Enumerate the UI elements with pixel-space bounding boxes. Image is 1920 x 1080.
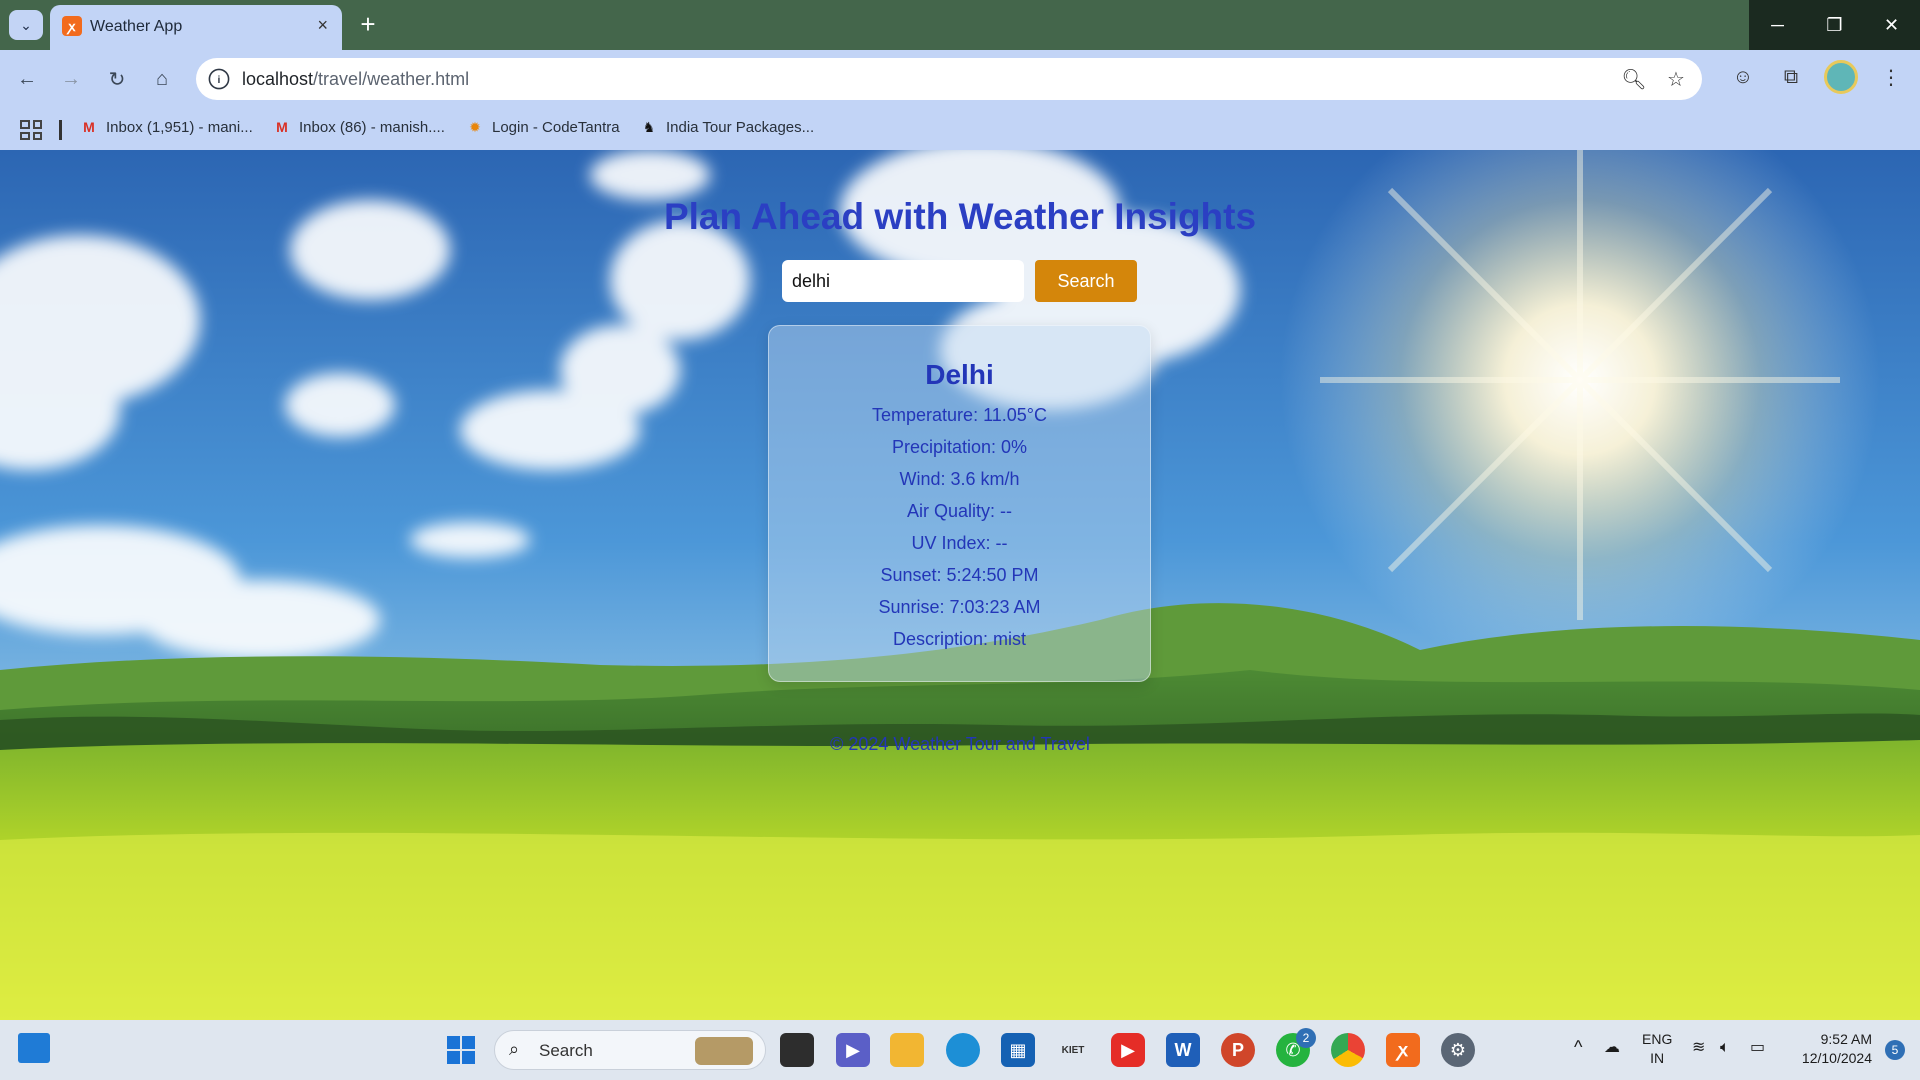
youtube-icon[interactable]: ▶	[1111, 1033, 1145, 1067]
active-tab[interactable]: ꭗ Weather App ×	[50, 5, 342, 50]
whatsapp-badge: 2	[1296, 1028, 1316, 1048]
sunset-text: Sunset: 5:24:50 PM	[880, 565, 1039, 585]
tab-title: Weather App	[90, 18, 183, 35]
minimize-button[interactable]: ─	[1749, 0, 1806, 50]
taskbar-search-label: Search	[539, 1041, 593, 1060]
tab-search-menu-button[interactable]: ⌄	[9, 10, 43, 40]
taskbar-search-box[interactable]: ⌕ Search	[494, 1030, 766, 1070]
search-button[interactable]: Search	[1035, 260, 1137, 302]
air-quality-text: Air Quality: --	[906, 501, 1012, 521]
bookmark-separator	[59, 120, 62, 140]
city-search-input[interactable]	[782, 260, 1024, 302]
temperature-text: Temperature: 11.05°C	[872, 405, 1047, 425]
windows-taskbar: ⌕ Search ▶ ▦ KIET ▶ W P ✆ 2 ꭗ ⚙ ^ ☁ ENG …	[0, 1020, 1920, 1080]
home-icon[interactable]: ⌂	[145, 62, 179, 96]
wind-text: Wind: 3.6 km/h	[899, 469, 1020, 489]
sunrise-text: Sunrise: 7:03:23 AM	[878, 597, 1041, 617]
new-tab-button[interactable]: +	[352, 8, 384, 40]
chevron-up-icon[interactable]: ^	[1574, 1038, 1582, 1057]
bookmark-star-icon[interactable]: ☆	[1662, 65, 1690, 93]
back-arrow-icon[interactable]: ←	[10, 62, 44, 96]
bookmark-label: Inbox (1,951) - mani...	[106, 118, 253, 136]
tour-icon: ♞	[642, 118, 656, 135]
battery-icon[interactable]: ▭	[1750, 1038, 1765, 1057]
codetantra-icon: ✹	[469, 118, 481, 135]
file-explorer-icon[interactable]	[890, 1033, 924, 1067]
word-icon[interactable]: W	[1166, 1033, 1200, 1067]
windows-logo-icon	[447, 1036, 475, 1064]
bookmark-label: Login - CodeTantra	[492, 118, 620, 136]
settings-gear-icon[interactable]: ⚙	[1441, 1033, 1475, 1067]
xampp-icon[interactable]: ꭗ	[1386, 1033, 1420, 1067]
tab-strip: ⌄ ꭗ Weather App × + ─ ❐ ✕	[0, 0, 1920, 50]
page-viewport: Plan Ahead with Weather Insights Search …	[0, 150, 1920, 1020]
apps-grid-icon[interactable]	[20, 120, 42, 140]
system-tray: ^ ☁ ENG IN ≋ 🔈︎ ▭ 9:52 AM 12/10/2024 5	[1570, 1020, 1920, 1080]
address-bar[interactable]: i localhost/travel/weather.html 🔍︎ ☆	[196, 58, 1702, 100]
search-icon: ⌕	[509, 1039, 520, 1059]
teams-icon[interactable]: ▶	[836, 1033, 870, 1067]
bookmark-label: Inbox (86) - manish....	[299, 118, 445, 136]
wifi-icon[interactable]: ≋	[1692, 1038, 1705, 1057]
bookmark-india-tour[interactable]: ♞ India Tour Packages...	[640, 118, 814, 136]
weather-card: Delhi Temperature: 11.05°C Precipitation…	[768, 325, 1151, 682]
bookmark-label: India Tour Packages...	[666, 118, 815, 136]
bookmark-inbox-2[interactable]: M Inbox (86) - manish....	[273, 118, 445, 136]
language-code: ENG	[1642, 1031, 1673, 1047]
window-controls: ─ ❐ ✕	[1749, 0, 1920, 50]
chevron-down-icon: ⌄	[20, 16, 32, 33]
store-icon[interactable]: ▦	[1001, 1033, 1035, 1067]
volume-icon[interactable]: 🔈︎	[1720, 1038, 1730, 1057]
forward-arrow-icon[interactable]: →	[54, 62, 88, 96]
url-host: localhost	[242, 69, 314, 89]
gmail-icon: M	[276, 119, 288, 135]
profile-avatar[interactable]	[1824, 60, 1858, 94]
page-footer: © 2024 Weather Tour and Travel	[830, 734, 1090, 754]
powerpoint-icon[interactable]: P	[1221, 1033, 1255, 1067]
bookmark-codetantra[interactable]: ✹ Login - CodeTantra	[466, 118, 620, 136]
page-title: Plan Ahead with Weather Insights	[663, 196, 1257, 237]
uv-index-text: UV Index: --	[911, 533, 1008, 553]
window-close-button[interactable]: ✕	[1863, 0, 1920, 50]
kiet-app-icon[interactable]: KIET	[1056, 1033, 1090, 1067]
task-view-icon[interactable]	[780, 1033, 814, 1067]
city-name: Delhi	[925, 359, 994, 390]
reload-icon[interactable]: ↻	[100, 62, 134, 96]
bookmarks-bar: M Inbox (1,951) - mani... M Inbox (86) -…	[0, 108, 1920, 150]
more-menu-icon[interactable]: ⋮	[1876, 62, 1906, 92]
notification-badge[interactable]: 5	[1885, 1040, 1905, 1060]
clock-date: 12/10/2024	[1801, 1050, 1872, 1066]
edge-icon[interactable]	[946, 1033, 980, 1067]
url-text[interactable]: localhost/travel/weather.html	[242, 69, 469, 90]
restore-button[interactable]: ❐	[1806, 0, 1863, 50]
widgets-icon[interactable]	[18, 1033, 50, 1063]
emoji-extension-icon[interactable]: ☺	[1728, 62, 1758, 92]
weather-details: Temperature: 11.05°C Precipitation: 0% W…	[769, 399, 1150, 655]
browser-toolbar: ← → ↻ ⌂ i localhost/travel/weather.html …	[0, 50, 1920, 108]
xampp-favicon-icon: ꭗ	[62, 16, 82, 36]
clock[interactable]: 9:52 AM 12/10/2024	[1792, 1030, 1872, 1068]
close-tab-icon[interactable]: ×	[317, 15, 328, 36]
chrome-icon[interactable]	[1331, 1033, 1365, 1067]
region-code: IN	[1650, 1050, 1665, 1066]
onedrive-icon[interactable]: ☁	[1604, 1038, 1620, 1057]
start-windows-icon[interactable]	[444, 1033, 478, 1067]
zoom-icon[interactable]: 🔍︎	[1620, 65, 1648, 93]
search-highlight-icon	[695, 1037, 753, 1065]
site-info-icon[interactable]: i	[208, 68, 230, 90]
bookmark-inbox-1[interactable]: M Inbox (1,951) - mani...	[80, 118, 253, 136]
precipitation-text: Precipitation: 0%	[891, 437, 1028, 457]
language-indicator[interactable]: ENG IN	[1642, 1030, 1672, 1068]
url-path: /travel/weather.html	[313, 69, 470, 89]
clock-time: 9:52 AM	[1820, 1031, 1872, 1047]
extensions-puzzle-icon[interactable]: ⧉	[1776, 62, 1806, 92]
description-text: Description: mist	[892, 629, 1027, 649]
gmail-icon: M	[83, 119, 95, 135]
